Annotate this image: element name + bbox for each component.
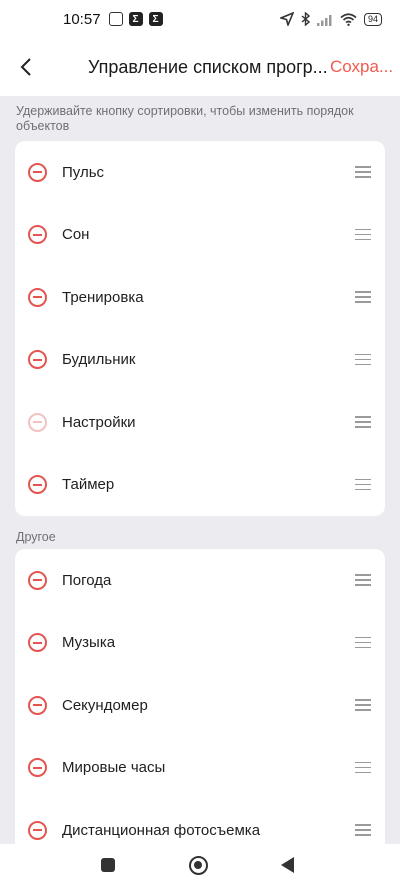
other-items-list: Погода Музыка Секундомер Мировые часы Ди… — [15, 549, 385, 869]
list-item: Таймер — [15, 454, 385, 517]
signal-icon — [316, 14, 332, 26]
recents-button[interactable] — [101, 857, 115, 872]
item-label: Мировые часы — [62, 759, 166, 777]
drag-handle-icon[interactable] — [355, 824, 371, 836]
list-item: Пульс — [15, 141, 385, 204]
remove-icon[interactable] — [28, 475, 47, 495]
item-label: Секундомер — [62, 696, 148, 714]
status-bar: 10:57 Σ Σ 94 — [0, 0, 400, 38]
battery-indicator: 94 — [363, 12, 382, 26]
drag-handle-icon[interactable] — [355, 291, 371, 303]
sort-hint: Удерживайте кнопку сортировки, чтобы изм… — [16, 104, 354, 133]
page-title: Управление списком прогр... — [88, 56, 326, 77]
remove-icon[interactable] — [28, 570, 47, 590]
item-label: Музыка — [62, 634, 116, 652]
drag-handle-icon[interactable] — [355, 416, 371, 428]
section-label-other: Другое — [16, 530, 56, 544]
sigma-icon: Σ — [148, 12, 163, 26]
remove-icon[interactable] — [28, 758, 47, 778]
sigma-icon: Σ — [128, 12, 143, 26]
item-label: Пульс — [62, 163, 105, 181]
drag-handle-icon[interactable] — [355, 228, 371, 241]
remove-icon[interactable] — [28, 225, 47, 245]
item-label: Таймер — [62, 476, 115, 494]
list-item: Погода — [15, 549, 385, 612]
status-time: 10:57 — [63, 10, 101, 28]
drag-handle-icon[interactable] — [355, 636, 371, 649]
remove-icon[interactable] — [28, 162, 47, 182]
back-nav-button[interactable] — [281, 856, 294, 873]
remove-icon[interactable] — [28, 287, 47, 307]
bluetooth-icon — [301, 12, 310, 26]
drag-handle-icon[interactable] — [355, 353, 371, 366]
item-label: Будильник — [62, 351, 136, 369]
item-label: Тренировка — [62, 288, 144, 306]
list-item: Будильник — [15, 329, 385, 392]
back-button[interactable] — [0, 38, 52, 96]
drag-handle-icon[interactable] — [355, 478, 371, 491]
remove-icon[interactable] — [28, 350, 47, 370]
remove-icon[interactable] — [28, 695, 47, 715]
status-indicators: 94 — [279, 12, 382, 26]
notification-icon — [108, 12, 123, 26]
enabled-items-list: Пульс Сон Тренировка Будильник Настройки… — [15, 141, 385, 516]
item-label: Дистанционная фотосъемка — [62, 821, 261, 839]
header: Управление списком прогр... Сохра... — [0, 38, 400, 96]
drag-handle-icon[interactable] — [355, 699, 371, 711]
list-item: Тренировка — [15, 266, 385, 329]
list-item: Секундомер — [15, 674, 385, 737]
navigation-bar — [0, 844, 400, 889]
chevron-left-icon — [20, 58, 31, 76]
wifi-icon — [340, 12, 357, 26]
drag-handle-icon[interactable] — [355, 761, 371, 774]
item-label: Сон — [62, 226, 90, 244]
screen: 10:57 Σ Σ 94 Управление списком прогр...… — [0, 0, 400, 889]
list-item: Настройки — [15, 391, 385, 454]
drag-handle-icon[interactable] — [355, 574, 371, 586]
remove-icon[interactable] — [28, 820, 47, 840]
remove-icon-disabled — [28, 412, 47, 432]
list-item: Музыка — [15, 612, 385, 675]
item-label: Настройки — [62, 413, 136, 431]
list-item: Мировые часы — [15, 737, 385, 800]
item-label: Погода — [62, 571, 112, 589]
remove-icon[interactable] — [28, 633, 47, 653]
location-icon — [279, 12, 294, 26]
home-button[interactable] — [189, 855, 208, 875]
drag-handle-icon[interactable] — [355, 166, 371, 178]
save-button[interactable]: Сохра... — [330, 57, 400, 77]
list-item: Сон — [15, 204, 385, 267]
